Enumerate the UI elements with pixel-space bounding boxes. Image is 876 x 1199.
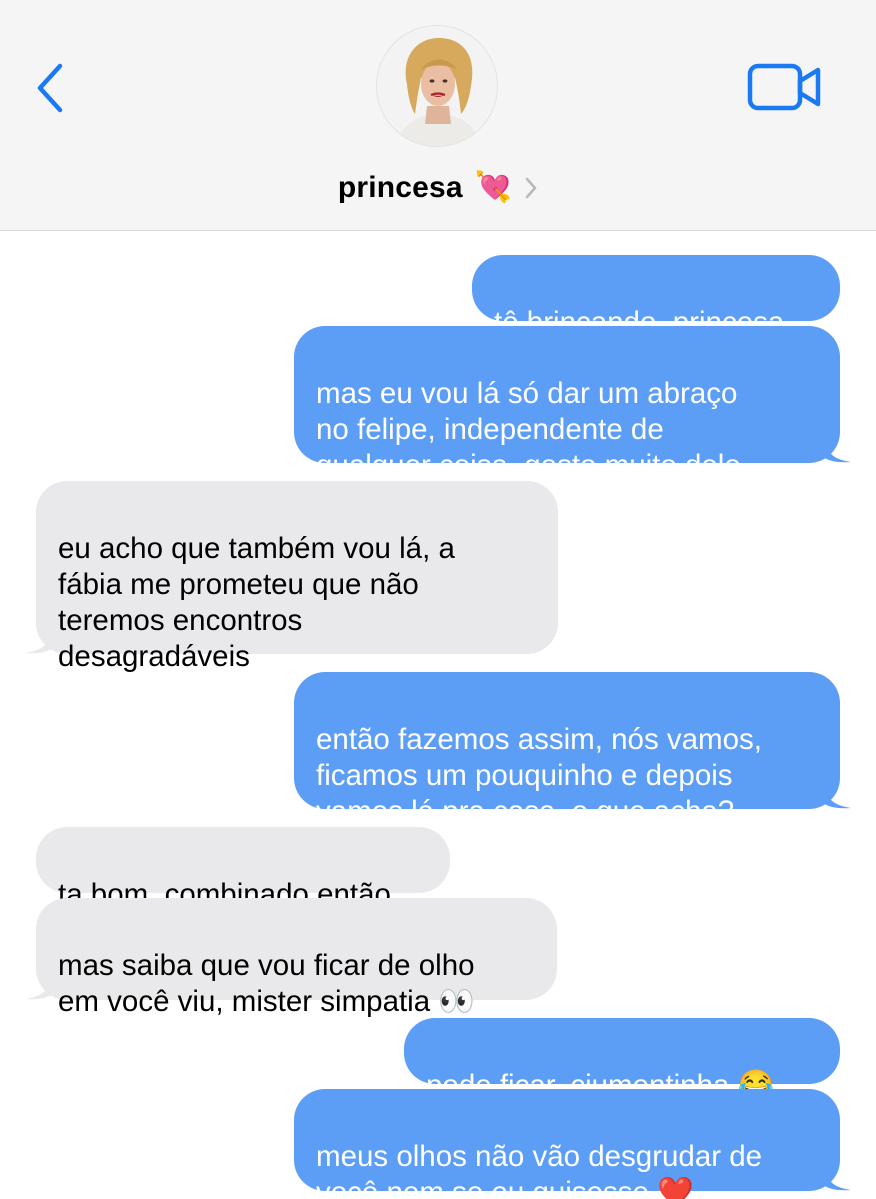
message-sent[interactable]: meus olhos não vão desgrudar de você nem… — [294, 1089, 851, 1199]
contact-details-link[interactable]: princesa 💘 — [0, 166, 876, 210]
back-button[interactable] — [28, 58, 72, 118]
conversation-header: princesa 💘 — [0, 0, 876, 231]
bubble-tail — [823, 433, 851, 463]
contact-name: princesa — [337, 171, 463, 204]
message-received[interactable]: ta bom, combinado então — [36, 827, 450, 911]
message-sent[interactable]: então fazemos assim, nós vamos, ficamos … — [294, 672, 851, 828]
message-text: então fazemos assim, nós vamos, ficamos … — [316, 723, 762, 828]
chevron-right-icon — [524, 176, 538, 200]
message-sent[interactable]: mas eu vou lá só dar um abraço no felipe… — [294, 326, 851, 482]
message-text: mas eu vou lá só dar um abraço no felipe… — [316, 377, 741, 482]
message-sent[interactable]: pode ficar, ciumentinha 😂 — [404, 1018, 840, 1102]
video-camera-icon — [747, 63, 821, 111]
bubble-tail — [823, 779, 851, 809]
message-received[interactable]: eu acho que também vou lá, a fábia me pr… — [25, 481, 558, 673]
message-text: eu acho que também vou lá, a fábia me pr… — [58, 532, 455, 673]
chevron-left-icon — [37, 63, 63, 113]
message-text: meus olhos não vão desgrudar de você nem… — [316, 1140, 763, 1199]
message-text: mas saiba que vou ficar de olho em você … — [58, 949, 476, 1018]
message-received[interactable]: mas saiba que vou ficar de olho em você … — [25, 898, 557, 1018]
contact-avatar[interactable] — [376, 25, 498, 147]
video-call-button[interactable] — [744, 58, 826, 116]
bubble-tail — [25, 970, 53, 1000]
message-sent[interactable]: tô brincando, princesa — [472, 255, 840, 339]
heart-arrow-emoji: 💘 — [474, 170, 513, 205]
bubble-tail — [25, 624, 53, 654]
bubble-tail — [823, 1161, 851, 1191]
